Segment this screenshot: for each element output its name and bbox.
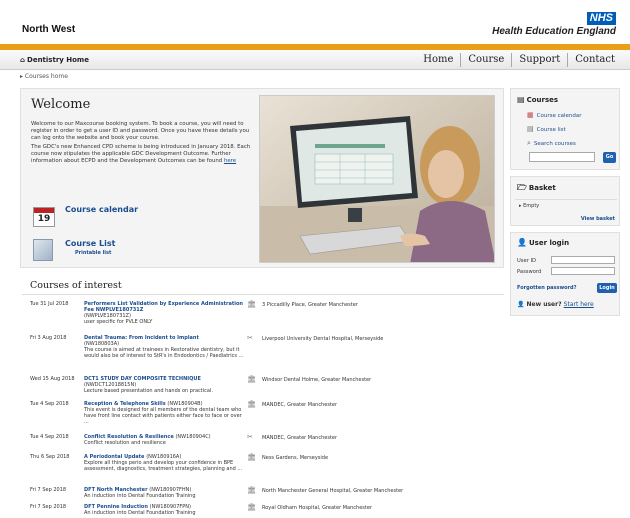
welcome-panel: Welcome Welcome to our Maxcourse booking… (20, 88, 504, 268)
region-name: North West (22, 24, 76, 35)
hero-photo (259, 95, 495, 263)
search-go-button[interactable]: Go (603, 152, 616, 163)
site-header: North West NHS Health Education England (0, 0, 630, 44)
building-icon: 🏛 (247, 453, 256, 461)
document-list-icon[interactable] (33, 239, 53, 261)
calendar-icon[interactable]: 19 (33, 207, 55, 227)
sidebar-courses-title: ▤ Courses (517, 95, 559, 104)
sidebar-login-title: 👤 User login (517, 238, 570, 247)
welcome-text: Welcome to our Maxcourse booking system.… (31, 121, 259, 167)
course-calendar-link[interactable]: Course calendar (65, 205, 138, 214)
nav-contact[interactable]: Contact (567, 53, 622, 67)
course-location: 3 Piccadilly Place, Greater Manchester (262, 302, 358, 308)
sidebar-basket-panel: 🗁 Basket ▸ Empty View basket (510, 176, 620, 226)
nav-course[interactable]: Course (460, 53, 511, 67)
building-icon: 🏛 (247, 503, 256, 511)
login-button[interactable]: Login (597, 283, 617, 293)
course-info: DCT1 STUDY DAY COMPOSITE TECHNIQUE (NWDC… (84, 376, 244, 394)
building-icon: 🏛 (247, 375, 256, 383)
course-description: Lecture based presentation and hands on … (84, 388, 213, 394)
course-date: Fri 7 Sep 2018 (30, 487, 67, 493)
course-description: An induction into Dental Foundation Trai… (84, 510, 196, 516)
course-info: DFT Pennine Induction (NW180907FPN) An i… (84, 504, 244, 516)
start-here-link[interactable]: Start here (564, 301, 594, 308)
sidebar-login-panel: 👤 User login User ID Password Forgotten p… (510, 232, 620, 316)
dentistry-home-link[interactable]: ⌂ Dentistry Home (20, 56, 89, 64)
nhs-logo[interactable]: NHS (586, 12, 616, 25)
course-description: Explore all things perio and develop you… (84, 460, 243, 472)
course-description: Conflict resolution and resilience (84, 440, 166, 446)
courses-icon: ▤ (517, 95, 525, 104)
sidebar-courses-panel: ▤ Courses ▦ Course calendar ▤ Course list ⌕… (510, 88, 620, 170)
course-info: Performers List Validation by Experience… (84, 301, 244, 325)
forgotten-password-link[interactable]: Forgotten password? (517, 285, 577, 291)
user-id-label: User ID (517, 258, 536, 264)
course-date: Tue 4 Sep 2018 (30, 434, 69, 440)
course-location: Windsor Dental Holme, Greater Manchester (262, 377, 372, 383)
course-date: Thu 6 Sep 2018 (30, 454, 70, 460)
ecpd-info-link[interactable]: here (224, 158, 236, 164)
sidebar-course-list[interactable]: ▤ Course list (527, 125, 566, 133)
course-date: Fri 7 Sep 2018 (30, 504, 67, 510)
sidebar-search-courses[interactable]: ⌕ Search courses (527, 139, 576, 148)
building-icon: 🏛 (247, 400, 256, 408)
welcome-paragraph-2: The GDC's new Enhanced CPD scheme is bei… (31, 144, 251, 164)
course-info: A Periodontal Update (NW180916A) Explore… (84, 454, 244, 472)
courses-of-interest-heading: Courses of interest (30, 280, 122, 291)
tools-icon: ✂ (247, 433, 253, 441)
course-location: MANDEC, Greater Manchester (262, 435, 338, 441)
tools-icon: ✂ (247, 334, 253, 342)
new-user-prompt: 👤 New user? Start here (517, 301, 594, 308)
user-icon: 👤 (517, 238, 527, 247)
course-description: This event is designed for all members o… (84, 407, 242, 425)
course-date: Fri 3 Aug 2018 (30, 335, 67, 341)
course-description: The course is aimed at trainees in Resto… (84, 347, 244, 359)
course-date: Tue 31 Jul 2018 (30, 301, 69, 307)
top-navigation: Home Course Support Contact (416, 53, 622, 67)
course-description: An induction into Dental Foundation Trai… (84, 493, 196, 499)
course-info: Dental Trauma: From Incident to Implant … (84, 335, 244, 359)
welcome-paragraph-1: Welcome to our Maxcourse booking system.… (31, 121, 250, 141)
course-list-link[interactable]: Course List (65, 239, 115, 248)
course-date: Wed 15 Aug 2018 (30, 376, 75, 382)
home-icon: ⌂ (20, 56, 26, 64)
nav-bar: ⌂ Dentistry Home Home Course Support Cont… (0, 50, 630, 70)
course-location: MANDEC, Greater Manchester (262, 402, 338, 408)
course-info: Conflict Resolution & Resilience (NW1809… (84, 434, 244, 446)
course-location: North Manchester General Hospital, Great… (262, 488, 404, 494)
view-basket-link[interactable]: View basket (581, 216, 615, 222)
breadcrumb[interactable]: ▸ Courses home (20, 73, 68, 80)
password-label: Password (517, 269, 542, 275)
course-title-link[interactable]: Performers List Validation by Experience… (84, 301, 244, 313)
list-icon: ▤ (527, 125, 534, 133)
course-info: DFT North Manchester (NW180907FHN) An in… (84, 487, 244, 499)
calendar-icon: ▦ (527, 111, 534, 119)
hee-logo-text[interactable]: Health Education England (492, 26, 616, 37)
search-input[interactable] (529, 152, 595, 162)
search-icon: ⌕ (527, 139, 531, 147)
user-id-input[interactable] (551, 256, 615, 264)
course-location: Liverpool University Dental Hospital, Me… (262, 336, 384, 342)
course-info: Reception & Telephone Skills (NW180904B)… (84, 401, 244, 425)
sidebar-basket-title: 🗁 Basket (517, 183, 556, 192)
new-user-icon: 👤 (517, 301, 525, 308)
building-icon: 🏛 (247, 300, 256, 308)
printable-list-link[interactable]: Printable list (75, 250, 111, 256)
page-title: Welcome (31, 97, 91, 112)
course-code: (NW180904C) (175, 434, 211, 440)
course-location: Royal Oldham Hospital, Greater Mancheste… (262, 505, 372, 511)
course-location: Ness Gardens, Merseyside (262, 455, 329, 461)
basket-icon: 🗁 (517, 183, 527, 192)
nav-home[interactable]: Home (416, 53, 460, 67)
sidebar-course-calendar[interactable]: ▦ Course calendar (527, 111, 582, 119)
basket-status: ▸ Empty (519, 203, 540, 209)
photo-woman-at-computer (260, 96, 494, 262)
course-description: user specific for PVLE ONLY (84, 319, 153, 325)
building-icon: 🏛 (247, 486, 256, 494)
password-input[interactable] (551, 267, 615, 275)
course-date: Tue 4 Sep 2018 (30, 401, 69, 407)
nav-support[interactable]: Support (511, 53, 567, 67)
divider (22, 294, 504, 295)
